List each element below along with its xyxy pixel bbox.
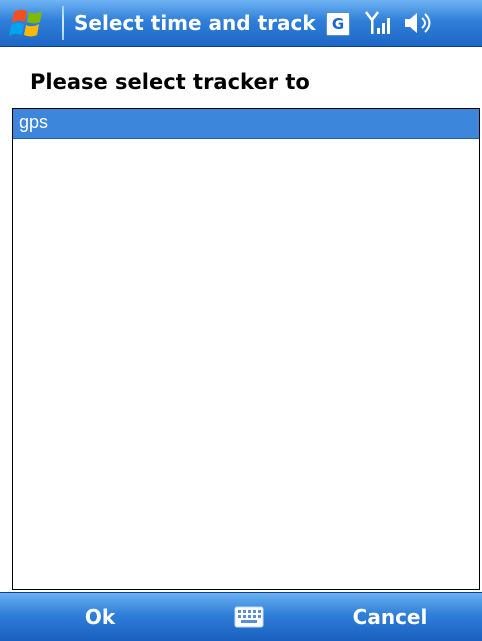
tracker-list[interactable]: gps [12,108,480,590]
volume-icon[interactable] [402,10,434,36]
start-button[interactable] [0,0,62,46]
keyboard-icon[interactable] [234,606,264,628]
title-bar: Select time and track G [0,0,482,47]
ok-button[interactable]: Ok [40,593,160,641]
windows-flag-icon [9,9,42,37]
window-title: Select time and track [74,11,316,35]
softkey-bar: Ok Cancel [0,592,482,641]
title-separator [62,6,64,40]
signal-strength-icon[interactable] [364,10,392,36]
list-item-selected[interactable]: gps [13,109,479,139]
cancel-button[interactable]: Cancel [320,593,460,641]
page-prompt: Please select tracker to [30,70,310,94]
connectivity-g-icon[interactable]: G [326,12,350,36]
